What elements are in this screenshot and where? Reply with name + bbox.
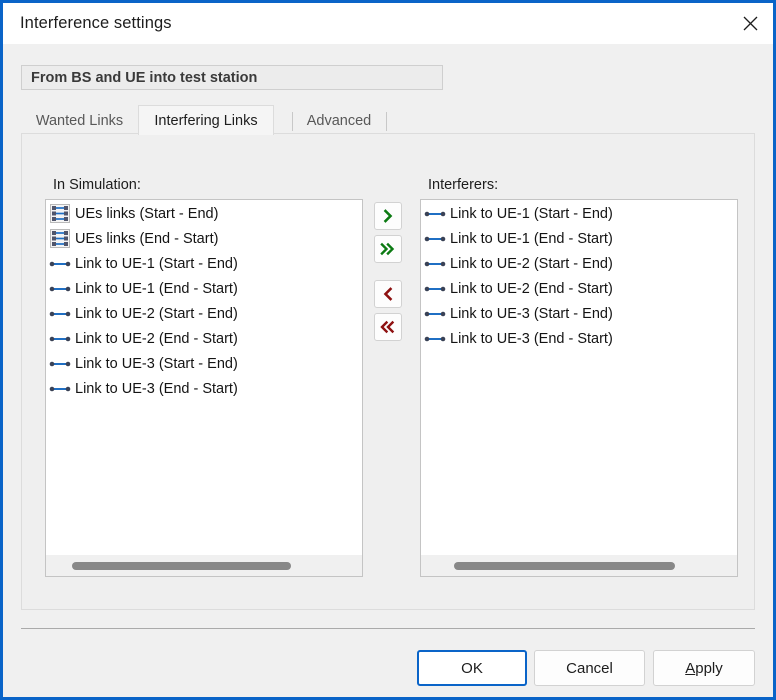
ok-button[interactable]: OK — [417, 650, 527, 686]
list-item-label: Link to UE-1 (End - Start) — [75, 280, 238, 297]
link-icon — [424, 304, 446, 323]
remove-interferer-button[interactable] — [374, 280, 402, 308]
interferers-label: Interferers: — [428, 177, 499, 193]
tab-label: Interfering Links — [154, 112, 258, 129]
chevron-double-left-icon — [379, 319, 397, 335]
list-item[interactable]: Link to UE-2 (End - Start) — [46, 326, 362, 351]
list-item[interactable]: Link to UE-2 (End - Start) — [421, 276, 737, 301]
link-icon — [49, 279, 71, 298]
remove-all-interferers-button[interactable] — [374, 313, 402, 341]
list-item[interactable]: Link to UE-3 (Start - End) — [46, 351, 362, 376]
chevron-double-right-icon — [379, 241, 397, 257]
tab-divider — [386, 112, 387, 131]
tab-wanted-links[interactable]: Wanted Links — [21, 108, 138, 134]
interferers-item-list: Link to UE-1 (Start - End) Link to UE-1 (… — [421, 200, 737, 554]
tab-label: Wanted Links — [35, 113, 124, 129]
link-icon — [424, 254, 446, 273]
link-group-icon — [49, 229, 71, 248]
list-item[interactable]: Link to UE-3 (Start - End) — [421, 301, 737, 326]
list-item[interactable]: Link to UE-1 (End - Start) — [46, 276, 362, 301]
list-item[interactable]: Link to UE-3 (End - Start) — [421, 326, 737, 351]
list-item-label: Link to UE-3 (End - Start) — [450, 330, 613, 347]
link-icon — [49, 304, 71, 323]
list-item[interactable]: Link to UE-2 (Start - End) — [421, 251, 737, 276]
chevron-right-icon — [380, 208, 396, 224]
link-icon — [424, 329, 446, 348]
list-item-label: Link to UE-2 (Start - End) — [450, 255, 613, 272]
interference-settings-dialog: Interference settings From BS and UE int… — [0, 0, 776, 700]
tab-panel-interfering-links: In Simulation: Interferers: UEs links (S… — [21, 133, 755, 610]
tab-label: Advanced — [306, 113, 372, 129]
list-item[interactable]: Link to UE-1 (End - Start) — [421, 226, 737, 251]
list-item-label: Link to UE-1 (End - Start) — [450, 230, 613, 247]
link-group-icon — [49, 204, 71, 223]
scrollbar-track[interactable] — [46, 555, 362, 576]
list-item-label: Link to UE-1 (Start - End) — [450, 205, 613, 222]
in-simulation-item-list: UEs links (Start - End) UEs links (End - … — [46, 200, 362, 554]
link-icon — [424, 279, 446, 298]
dialog-client-area: From BS and UE into test station Wanted … — [3, 44, 773, 697]
list-item[interactable]: Link to UE-3 (End - Start) — [46, 376, 362, 401]
ok-button-label: OK — [461, 659, 483, 677]
button-bar-divider — [21, 628, 755, 629]
link-icon — [49, 379, 71, 398]
link-icon — [424, 229, 446, 248]
list-item[interactable]: Link to UE-1 (Start - End) — [46, 251, 362, 276]
title-bar: Interference settings — [3, 3, 773, 44]
tab-advanced[interactable]: Advanced — [293, 108, 385, 134]
cancel-button-label: Cancel — [566, 659, 613, 677]
close-button[interactable] — [727, 3, 773, 44]
interferers-listbox[interactable]: Link to UE-1 (Start - End) Link to UE-1 (… — [420, 199, 738, 577]
scrollbar-track[interactable] — [421, 555, 737, 576]
horizontal-scrollbar[interactable] — [421, 554, 737, 576]
close-icon — [743, 16, 758, 31]
in-simulation-label: In Simulation: — [53, 177, 141, 193]
apply-button[interactable]: Apply — [653, 650, 755, 686]
link-icon — [49, 254, 71, 273]
chevron-left-icon — [380, 286, 396, 302]
list-item-label: Link to UE-2 (End - Start) — [75, 330, 238, 347]
link-icon — [424, 204, 446, 223]
horizontal-scrollbar[interactable] — [46, 554, 362, 576]
list-item-label: Link to UE-2 (Start - End) — [75, 305, 238, 322]
scrollbar-thumb[interactable] — [72, 562, 291, 570]
list-item[interactable]: UEs links (End - Start) — [46, 226, 362, 251]
add-interferer-button[interactable] — [374, 202, 402, 230]
list-item-label: Link to UE-3 (End - Start) — [75, 380, 238, 397]
list-item-label: UEs links (End - Start) — [75, 230, 219, 247]
list-item[interactable]: UEs links (Start - End) — [46, 201, 362, 226]
in-simulation-listbox[interactable]: UEs links (Start - End) UEs links (End - … — [45, 199, 363, 577]
apply-button-label: Apply — [685, 660, 723, 677]
window-title: Interference settings — [20, 14, 172, 32]
cancel-button[interactable]: Cancel — [534, 650, 645, 686]
scrollbar-thumb[interactable] — [454, 562, 675, 570]
link-icon — [49, 329, 71, 348]
group-header-label: From BS and UE into test station — [31, 69, 258, 86]
add-all-interferers-button[interactable] — [374, 235, 402, 263]
list-item-label: UEs links (Start - End) — [75, 205, 219, 222]
apply-label-rest: pply — [695, 659, 723, 677]
list-item[interactable]: Link to UE-1 (Start - End) — [421, 201, 737, 226]
list-item-label: Link to UE-1 (Start - End) — [75, 255, 238, 272]
link-icon — [49, 354, 71, 373]
tab-interfering-links[interactable]: Interfering Links — [138, 105, 274, 135]
list-item-label: Link to UE-3 (Start - End) — [75, 355, 238, 372]
list-item-label: Link to UE-3 (Start - End) — [450, 305, 613, 322]
tab-strip: Wanted Links Interfering Links Advanced — [21, 105, 755, 135]
group-header: From BS and UE into test station — [21, 65, 443, 90]
list-item-label: Link to UE-2 (End - Start) — [450, 280, 613, 297]
apply-accelerator: A — [685, 659, 696, 677]
list-item[interactable]: Link to UE-2 (Start - End) — [46, 301, 362, 326]
